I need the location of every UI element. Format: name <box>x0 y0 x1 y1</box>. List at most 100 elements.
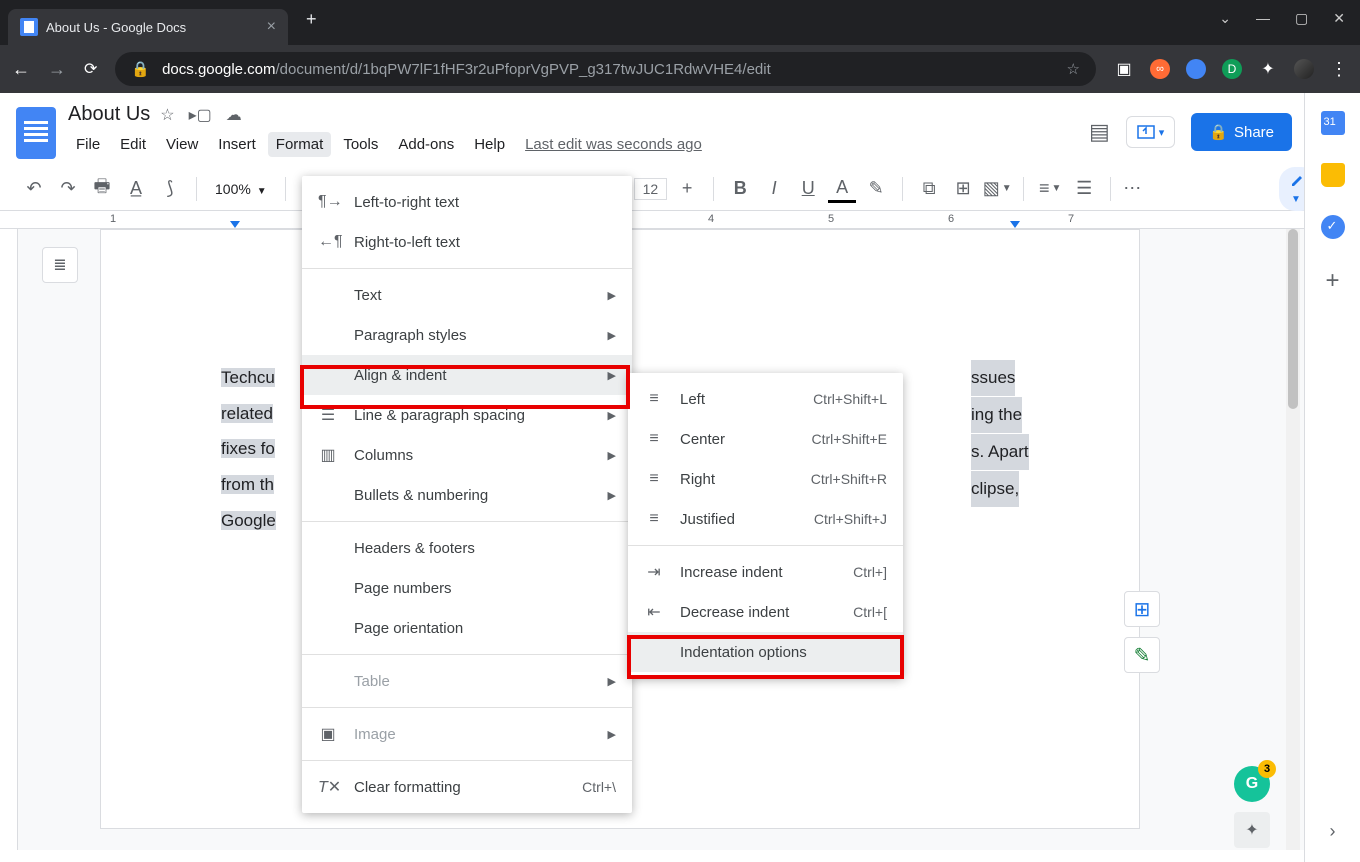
nav-reload-icon[interactable]: ⟳ <box>84 59 97 79</box>
submenu-increase-indent[interactable]: ⇥Increase indentCtrl+] <box>628 552 903 592</box>
share-button[interactable]: 🔒 Share <box>1191 113 1292 151</box>
line-spacing-icon[interactable]: ☰ <box>1070 175 1098 203</box>
browser-tab[interactable]: About Us - Google Docs × <box>8 9 288 45</box>
zoom-select[interactable]: 100% ▼ <box>209 181 273 197</box>
menu-headers-footers[interactable]: Headers & footers <box>302 528 632 568</box>
menu-format[interactable]: Format <box>268 132 332 157</box>
docs-favicon-icon <box>20 18 38 36</box>
menu-file[interactable]: File <box>68 132 108 157</box>
submenu-center[interactable]: ≡CenterCtrl+Shift+E <box>628 419 903 459</box>
menu-paragraph-styles[interactable]: Paragraph styles▶ <box>302 315 632 355</box>
window-dropdown-icon[interactable]: ⌄ <box>1219 10 1231 27</box>
present-button[interactable]: ▾ <box>1126 116 1176 148</box>
window-maximize-icon[interactable]: ▢ <box>1295 10 1308 27</box>
insert-comment-icon[interactable]: ⊞ <box>949 175 977 203</box>
menu-page-numbers[interactable]: Page numbers <box>302 568 632 608</box>
italic-icon[interactable]: I <box>760 175 788 203</box>
url-bar[interactable]: 🔒 docs.google.com/document/d/1bqPW7lF1fH… <box>115 52 1096 86</box>
browser-address-bar: ← → ⟳ 🔒 docs.google.com/document/d/1bqPW… <box>0 45 1360 93</box>
menu-ltr[interactable]: ¶→Left-to-right text <box>302 182 632 222</box>
suggest-edit-button[interactable]: ✎ <box>1124 637 1160 673</box>
columns-icon: ▥ <box>318 445 338 465</box>
menu-insert[interactable]: Insert <box>210 132 264 157</box>
menu-addons[interactable]: Add-ons <box>390 132 462 157</box>
menu-bullets[interactable]: Bullets & numbering▶ <box>302 475 632 515</box>
window-minimize-icon[interactable]: — <box>1256 10 1270 27</box>
new-tab-button[interactable]: + <box>306 9 317 30</box>
align-icon[interactable]: ≡▼ <box>1036 175 1064 203</box>
toolbar-more-icon[interactable]: ⋯ <box>1123 178 1143 199</box>
menu-columns[interactable]: ▥Columns▶ <box>302 435 632 475</box>
horizontal-ruler[interactable]: 1 4 5 6 7 <box>0 211 1360 229</box>
indent-marker-left[interactable] <box>230 221 240 228</box>
print-icon[interactable]: 🖶 <box>88 175 116 203</box>
menu-tools[interactable]: Tools <box>335 132 386 157</box>
menu-line-spacing[interactable]: ☰Line & paragraph spacing▶ <box>302 395 632 435</box>
menu-rtl[interactable]: ←¶Right-to-left text <box>302 222 632 262</box>
ext-green-icon[interactable]: D <box>1222 59 1242 79</box>
nav-back-icon[interactable]: ← <box>12 59 30 80</box>
highlight-icon[interactable]: ✎ <box>862 175 890 203</box>
insert-image-icon[interactable]: ▧▼ <box>983 175 1011 203</box>
menu-edit[interactable]: Edit <box>112 132 154 157</box>
comment-history-icon[interactable]: ▤ <box>1089 119 1110 145</box>
add-comment-button[interactable]: ⊞ <box>1124 591 1160 627</box>
scrollbar-thumb[interactable] <box>1288 229 1298 409</box>
paint-format-icon[interactable]: ⟆ <box>156 175 184 203</box>
docs-logo-icon[interactable] <box>16 107 56 159</box>
tasks-icon[interactable] <box>1321 215 1345 239</box>
star-document-icon[interactable]: ☆ <box>160 105 174 125</box>
vertical-ruler[interactable] <box>0 229 18 850</box>
move-document-icon[interactable]: ▸▢ <box>189 105 212 125</box>
font-size-increase-icon[interactable]: + <box>673 175 701 203</box>
line-spacing-icon: ☰ <box>318 405 338 425</box>
side-panel-collapse-icon[interactable]: › <box>1330 821 1336 842</box>
browser-tab-bar: About Us - Google Docs × + <box>0 0 1360 45</box>
bold-icon[interactable]: B <box>726 175 754 203</box>
submenu-indentation-options[interactable]: Indentation options <box>628 632 903 672</box>
tab-close-icon[interactable]: × <box>267 18 276 36</box>
window-close-icon[interactable]: ✕ <box>1333 10 1345 27</box>
menu-page-orientation[interactable]: Page orientation <box>302 608 632 648</box>
ext-blue-icon[interactable] <box>1186 59 1206 79</box>
outline-toggle-button[interactable]: ≣ <box>42 247 78 283</box>
insert-link-icon[interactable]: ⧉ <box>915 175 943 203</box>
present-icon <box>1137 125 1155 139</box>
nav-forward-icon[interactable]: → <box>48 59 66 80</box>
menu-clear-formatting[interactable]: T✕Clear formattingCtrl+\ <box>302 767 632 807</box>
menu-align-indent[interactable]: Align & indent▶ <box>302 355 632 395</box>
vertical-scrollbar[interactable] <box>1286 229 1300 850</box>
submenu-right[interactable]: ≡RightCtrl+Shift+R <box>628 459 903 499</box>
floating-comment-buttons: ⊞ ✎ <box>1124 591 1160 673</box>
explore-button[interactable]: ✦ <box>1234 812 1270 848</box>
font-size-input[interactable]: 12 <box>634 178 668 200</box>
redo-icon[interactable]: ↷ <box>54 175 82 203</box>
document-title[interactable]: About Us <box>68 103 150 126</box>
text-color-icon[interactable]: A <box>828 175 856 203</box>
submenu-decrease-indent[interactable]: ⇤Decrease indentCtrl+[ <box>628 592 903 632</box>
spellcheck-icon[interactable]: A̲ <box>122 175 150 203</box>
calendar-icon[interactable] <box>1321 111 1345 135</box>
bookmark-star-icon[interactable]: ☆ <box>1067 60 1080 78</box>
ext-panel-icon[interactable]: ▣ <box>1114 59 1134 79</box>
submenu-left[interactable]: ≡LeftCtrl+Shift+L <box>628 379 903 419</box>
keep-icon[interactable] <box>1321 163 1345 187</box>
profile-avatar-icon[interactable] <box>1294 59 1314 79</box>
indent-marker-right[interactable] <box>1010 221 1020 228</box>
window-controls: ⌄ — ▢ ✕ <box>1219 10 1345 27</box>
underline-icon[interactable]: U <box>794 175 822 203</box>
grammarly-badge[interactable]: G <box>1234 766 1270 802</box>
submenu-justified[interactable]: ≡JustifiedCtrl+Shift+J <box>628 499 903 539</box>
align-justified-icon: ≡ <box>644 510 664 528</box>
ext-owl-icon[interactable]: ∞ <box>1150 59 1170 79</box>
menu-help[interactable]: Help <box>466 132 513 157</box>
last-edit-link[interactable]: Last edit was seconds ago <box>525 136 702 153</box>
add-addon-icon[interactable]: + <box>1325 267 1339 295</box>
format-dropdown: ¶→Left-to-right text ←¶Right-to-left tex… <box>302 176 632 813</box>
undo-icon[interactable]: ↶ <box>20 175 48 203</box>
cloud-status-icon[interactable]: ☁ <box>226 105 242 125</box>
menu-view[interactable]: View <box>158 132 206 157</box>
chrome-menu-icon[interactable]: ⋮ <box>1330 59 1348 80</box>
menu-text[interactable]: Text▶ <box>302 275 632 315</box>
extensions-puzzle-icon[interactable]: ✦ <box>1258 59 1278 79</box>
